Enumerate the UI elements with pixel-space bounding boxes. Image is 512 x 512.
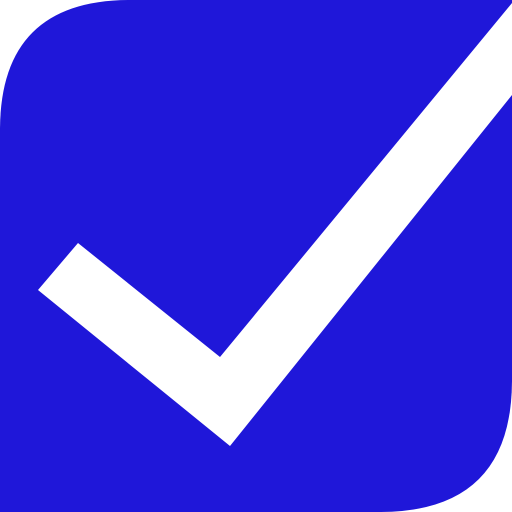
icon-canvas xyxy=(0,0,512,512)
checkbox-checked-icon xyxy=(0,0,512,512)
